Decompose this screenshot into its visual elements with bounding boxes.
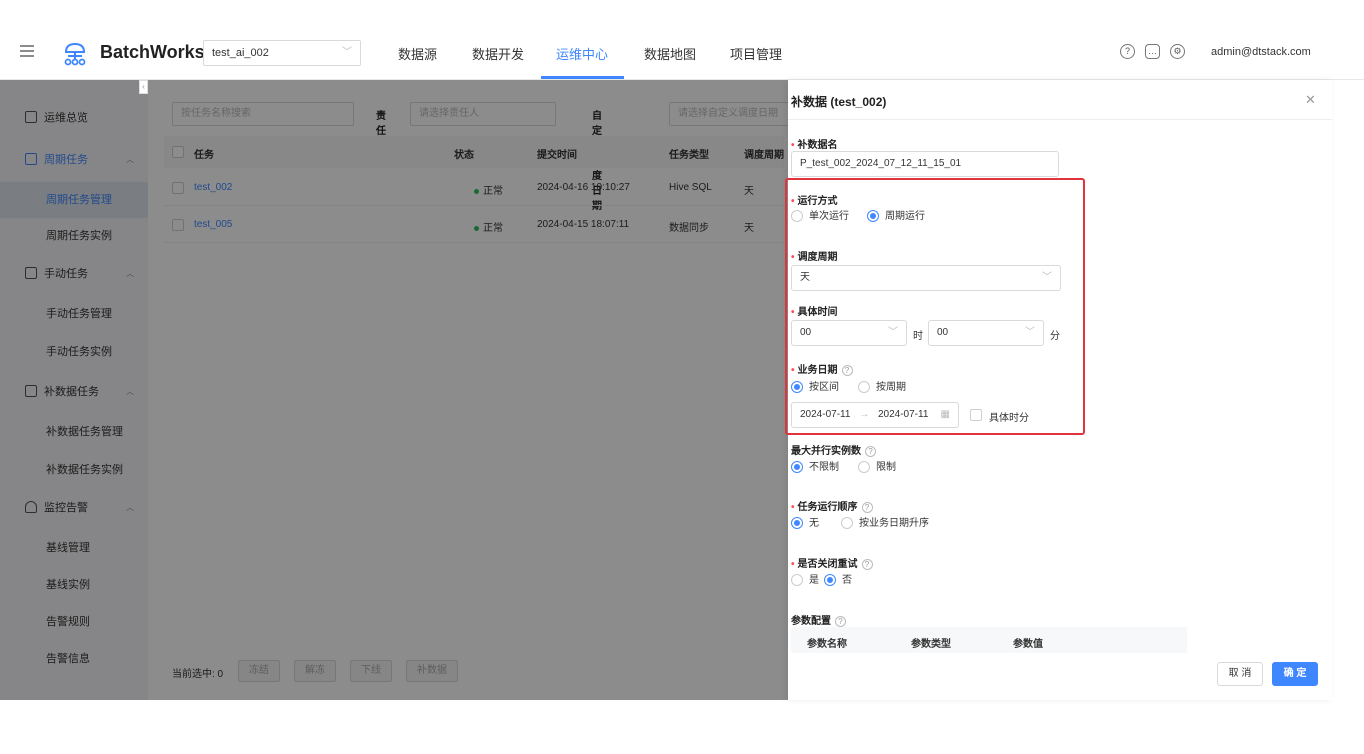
param-config-label: 参数配置? [791, 612, 846, 627]
disable-retry-yes-radio[interactable]: 是 [791, 574, 819, 588]
nav-datasource[interactable]: 数据源 [398, 44, 437, 63]
menu-icon[interactable] [20, 45, 34, 57]
column-param-type: 参数类型 [911, 639, 951, 650]
chevron-down-icon: ﹀ [342, 47, 352, 58]
column-param-name: 参数名称 [807, 639, 847, 650]
help-icon[interactable]: ? [861, 501, 873, 513]
backfill-name-input[interactable]: P_test_002_2024_07_12_11_15_01 [791, 151, 1059, 177]
nav-ops-center[interactable]: 运维中心 [556, 44, 608, 63]
max-parallel-unlimited-radio[interactable]: 不限制 [791, 461, 839, 475]
nav-active-indicator [541, 76, 624, 79]
drawer-header: 补数据 (test_002) ✕ [788, 80, 1332, 120]
help-icon[interactable]: ? [865, 445, 876, 457]
settings-icon[interactable]: ⚙ [1170, 44, 1185, 59]
close-icon[interactable]: ✕ [1305, 92, 1316, 108]
nav-project-mgmt[interactable]: 项目管理 [730, 44, 782, 63]
disable-retry-label: • 是否关闭重试? [791, 555, 873, 570]
help-icon[interactable]: ? [1120, 44, 1135, 59]
help-icon[interactable]: ? [835, 615, 846, 627]
drawer-title: 补数据 (test_002) [791, 95, 887, 109]
sidebar-collapse-button[interactable]: ‹ [139, 80, 148, 94]
nav-data-map[interactable]: 数据地图 [644, 44, 696, 63]
modal-mask[interactable] [0, 80, 788, 700]
brand-name: BatchWorks [100, 42, 205, 62]
max-parallel-limited-radio[interactable]: 限制 [858, 461, 896, 475]
logo-icon [64, 42, 86, 66]
run-order-none-radio[interactable]: 无 [791, 517, 819, 531]
confirm-button[interactable]: 确 定 [1272, 662, 1318, 686]
help-icon[interactable]: ? [861, 558, 873, 570]
nav-data-dev[interactable]: 数据开发 [472, 44, 524, 63]
backfill-name-label: • 补数据名 [791, 140, 838, 151]
column-param-value: 参数值 [1013, 639, 1043, 650]
top-bar: BatchWorks test_ai_002 ﹀ 数据源 数据开发 运维中心 数… [0, 0, 1364, 80]
disable-retry-no-radio[interactable]: 否 [824, 574, 852, 588]
user-account[interactable]: admin@dtstack.com [1211, 46, 1311, 58]
run-order-label: • 任务运行顺序? [791, 498, 873, 513]
max-parallel-label: 最大并行实例数? [791, 442, 876, 457]
message-icon[interactable]: … [1145, 44, 1160, 59]
param-table-header: 参数名称 参数类型 参数值 [791, 627, 1187, 653]
run-order-asc-radio[interactable]: 按业务日期升序 [841, 517, 929, 531]
highlight-box [785, 178, 1085, 435]
project-select[interactable]: test_ai_002 ﹀ [203, 40, 361, 66]
cancel-button[interactable]: 取 消 [1217, 662, 1263, 686]
project-select-value: test_ai_002 [212, 47, 269, 59]
